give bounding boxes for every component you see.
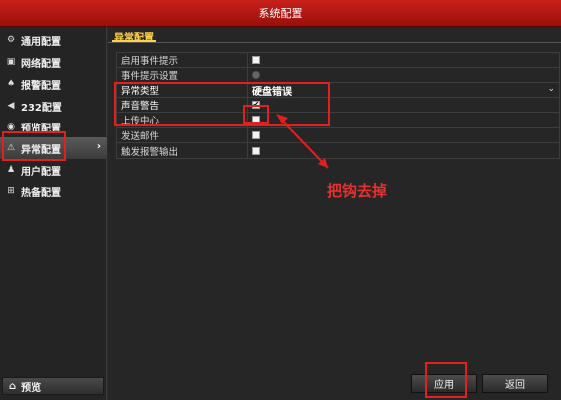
sidebar-item-label: 报警配置: [21, 80, 61, 92]
hotspare-icon: ⊞: [7, 186, 15, 196]
annotation-box-checkbox: [243, 105, 269, 124]
annotation-box-apply: [425, 362, 467, 398]
preview-button[interactable]: ⌂ 预览: [2, 377, 104, 395]
row-label: 启用事件提示: [117, 53, 248, 67]
sidebar-item-user[interactable]: ♟ 用户配置: [0, 159, 107, 181]
back-button-label: 返回: [505, 380, 525, 391]
sidebar-item-label: 232配置: [21, 102, 62, 114]
network-icon: ▣: [6, 57, 16, 67]
sidebar-item-hotspare[interactable]: ⊞ 热备配置: [0, 180, 107, 202]
enable-event-hint-checkbox[interactable]: [252, 56, 260, 64]
serial-icon: ◀: [7, 101, 15, 111]
preview-button-label: 预览: [21, 382, 42, 394]
sidebar-item-label: 网络配置: [21, 58, 61, 70]
users-icon: ♟: [6, 165, 16, 175]
chevron-right-icon: ›: [96, 141, 101, 152]
sidebar-item-label: 热备配置: [21, 187, 61, 199]
annotation-text: 把钩去掉: [327, 182, 388, 200]
trigger-alarm-output-checkbox[interactable]: [252, 146, 260, 155]
row-enable-event-hint: 启用事件提示: [117, 53, 559, 68]
home-icon: ⌂: [9, 380, 17, 392]
alarm-icon: ♠: [6, 79, 16, 89]
sidebar-item-232[interactable]: ◀ 232配置: [0, 95, 107, 117]
event-hint-settings-button[interactable]: [252, 71, 260, 79]
row-event-hint-settings: 事件提示设置: [117, 68, 559, 83]
send-email-checkbox[interactable]: [252, 131, 260, 139]
back-button[interactable]: 返回: [482, 374, 548, 393]
row-label: 发送邮件: [117, 128, 248, 142]
sidebar-item-label: 通用配置: [21, 36, 61, 48]
sidebar-item-label: 用户配置: [21, 166, 61, 178]
annotation-arrow: [276, 114, 329, 169]
window-title: 系统配置: [258, 7, 303, 20]
row-label: 触发报警输出: [117, 143, 248, 158]
sidebar-item-general[interactable]: ⚙ 通用配置: [0, 29, 107, 51]
gear-icon: ⚙: [6, 35, 16, 45]
sidebar-item-network[interactable]: ▣ 网络配置: [0, 51, 107, 73]
tab-exception-config[interactable]: 异常配置: [112, 29, 156, 44]
chevron-down-icon: ⌄: [547, 84, 555, 94]
tab-strip: 异常配置: [108, 27, 561, 44]
row-label: 事件提示设置: [117, 68, 248, 82]
window-title-bar: 系统配置: [0, 0, 561, 27]
sidebar: ⚙ 通用配置 ▣ 网络配置 ♠ 报警配置 ◀ 232配置 ◉ 预览配置 ⚠ 异常…: [0, 27, 107, 400]
sidebar-item-alarm[interactable]: ♠ 报警配置: [0, 73, 107, 95]
annotation-box-sidebar: [2, 131, 66, 161]
